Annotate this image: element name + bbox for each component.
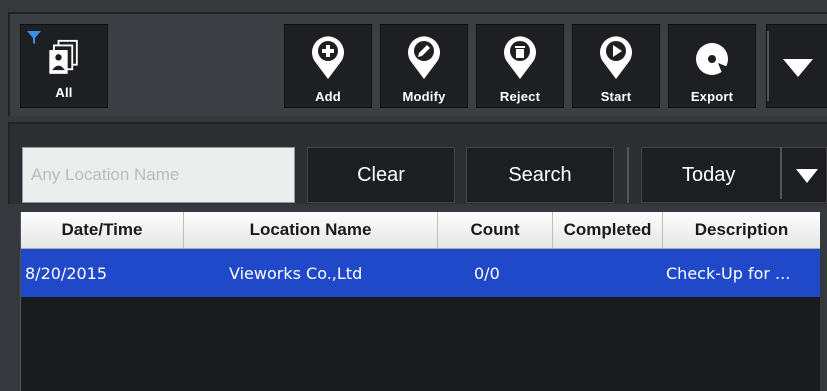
trash-icon <box>504 36 536 79</box>
table-row[interactable]: 8/20/2015 Vieworks Co.,Ltd 0/0 Check-Up … <box>21 249 820 297</box>
filter-icon <box>27 31 41 44</box>
toolbar: All Add Modify Reject Start Export <box>8 12 827 116</box>
search-button[interactable]: Search <box>466 147 614 203</box>
modify-label: Modify <box>402 89 446 104</box>
column-header-date[interactable]: Date/Time <box>21 212 184 248</box>
location-search-input[interactable] <box>22 147 295 203</box>
plus-icon <box>312 36 344 79</box>
table-header: Date/Time Location Name Count Completed … <box>21 212 820 249</box>
add-label: Add <box>315 89 341 104</box>
start-button[interactable]: Start <box>572 24 660 108</box>
reject-button[interactable]: Reject <box>476 24 564 108</box>
divider <box>627 147 629 203</box>
export-button[interactable]: Export <box>668 24 756 108</box>
export-label: Export <box>690 89 734 104</box>
date-cell: 8/20/2015 <box>25 263 108 283</box>
period-label: Today <box>682 163 736 186</box>
window: All Add Modify Reject Start Export Any L… <box>0 0 827 391</box>
pencil-icon <box>408 36 440 79</box>
modify-button[interactable]: Modify <box>380 24 468 108</box>
reject-label: Reject <box>499 89 541 104</box>
chevron-down-icon <box>796 169 818 183</box>
column-header-location[interactable]: Location Name <box>184 212 438 248</box>
description-cell: Check-Up for ... <box>666 263 791 283</box>
all-filter-button[interactable]: All <box>20 24 108 108</box>
all-label: All <box>55 85 73 100</box>
count-cell: 0/0 <box>474 263 500 283</box>
documents-stack-icon <box>49 39 78 74</box>
column-header-description[interactable]: Description <box>663 212 820 248</box>
completed-cell <box>561 249 661 297</box>
disc-icon <box>696 43 728 75</box>
divider <box>780 147 782 199</box>
column-header-count[interactable]: Count <box>438 212 553 248</box>
clear-button[interactable]: Clear <box>307 147 455 203</box>
chevron-down-icon <box>783 59 813 77</box>
play-icon <box>600 36 632 79</box>
divider <box>767 31 769 101</box>
column-header-completed[interactable]: Completed <box>553 212 663 248</box>
add-button[interactable]: Add <box>284 24 372 108</box>
more-dropdown-button[interactable] <box>766 24 827 108</box>
filter-bar: Clear Search Today <box>8 122 827 204</box>
start-label: Start <box>600 89 632 104</box>
period-dropdown[interactable]: Today <box>641 147 827 203</box>
location-cell: Vieworks Co.,Ltd <box>229 263 363 283</box>
exam-list-table: Date/Time Location Name Count Completed … <box>20 212 820 391</box>
